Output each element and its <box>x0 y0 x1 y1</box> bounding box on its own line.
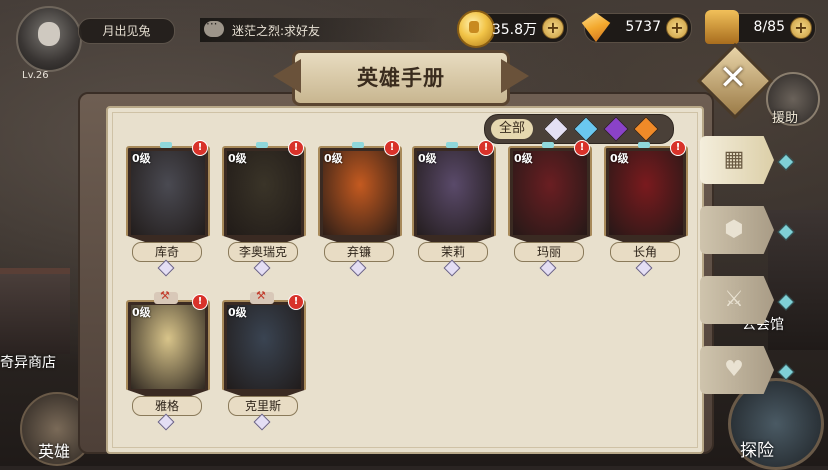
player-avatar[interactable] <box>16 6 82 72</box>
alert-badge-icon: ! <box>670 140 686 156</box>
panel-title: 英雄手册 <box>357 66 445 90</box>
add-diamond-button[interactable]: + <box>666 17 688 39</box>
hero-card[interactable]: 0级 ! 茉莉 <box>412 140 496 277</box>
stamina-amount: 8/85 <box>753 19 785 35</box>
hero-name: 克里斯 <box>228 396 298 416</box>
hero-nav-label[interactable]: 英雄 <box>38 438 70 462</box>
player-nickname[interactable]: 月出见兔 <box>78 18 175 44</box>
hero-level: 0级 <box>610 152 629 165</box>
close-icon[interactable]: ✕ <box>716 58 750 98</box>
hero-card[interactable]: 0级 ! 雅格 <box>126 289 210 431</box>
hero-level: 0级 <box>324 152 343 165</box>
add-gold-button[interactable]: + <box>542 17 564 39</box>
stamina-counter: 8/85 + <box>705 10 816 44</box>
gold-amount: 35.8万 <box>491 22 537 38</box>
hero-name: 长角 <box>610 242 680 262</box>
filter-blue-gem-icon[interactable] <box>573 116 599 142</box>
filter-white-gem-icon[interactable] <box>543 116 569 142</box>
shop-label[interactable]: 奇异商店 <box>0 352 56 372</box>
upgrade-axe-icon <box>250 289 274 304</box>
filter-all-button[interactable]: 全部 <box>491 119 534 139</box>
hero-level: 0级 <box>418 152 437 165</box>
hero-name: 李奥瑞克 <box>228 242 298 262</box>
gold-counter: 35.8万 + <box>457 10 568 48</box>
grid-icon: ▦ <box>723 147 745 172</box>
hero-top-gem-icon <box>542 142 554 148</box>
hero-top-gem-icon <box>446 142 458 148</box>
hero-card-frame: 0级 <box>222 146 306 250</box>
explore-nav-label[interactable]: 探险 <box>740 436 774 461</box>
hero-card[interactable]: 0级 ! 库奇 <box>126 140 210 277</box>
hero-card-frame: 0级 <box>222 300 306 404</box>
hero-level: 0级 <box>228 152 247 165</box>
tab-defense[interactable]: ⬢ <box>700 206 774 254</box>
chat-bar[interactable]: 迷茫之烈:求好友 <box>200 17 440 42</box>
alert-badge-icon: ! <box>288 294 304 310</box>
diamond-amount: 5737 <box>625 19 661 35</box>
hero-card[interactable]: 0级 ! 李奥瑞克 <box>222 140 306 277</box>
hero-name: 弃镰 <box>324 242 394 262</box>
hero-card-frame: 0级 <box>508 146 592 250</box>
filter-purple-gem-icon[interactable] <box>603 116 629 142</box>
hero-top-gem-icon <box>256 142 268 148</box>
hero-level: 0级 <box>132 306 151 319</box>
hero-name: 茉莉 <box>418 242 488 262</box>
avatar-face <box>38 22 60 46</box>
heart-icon: ♥ <box>724 357 744 382</box>
filter-orange-gem-icon[interactable] <box>633 116 659 142</box>
hero-card-frame: 0级 <box>126 146 210 250</box>
hero-level: 0级 <box>228 306 247 319</box>
tab-attack[interactable]: ⚔ <box>700 276 774 324</box>
alert-badge-icon: ! <box>192 140 208 156</box>
tab-support[interactable]: ♥ <box>700 346 774 394</box>
add-stamina-button[interactable]: + <box>790 17 812 39</box>
shield-icon: ⬢ <box>724 217 744 242</box>
hero-level: 0级 <box>514 152 533 165</box>
hero-card-frame: 0级 <box>318 146 402 250</box>
sword-icon: ⚔ <box>724 287 744 312</box>
chat-message: 迷茫之烈:求好友 <box>232 24 321 38</box>
hero-name: 玛丽 <box>514 242 584 262</box>
alert-badge-icon: ! <box>192 294 208 310</box>
help-label: 援助 <box>772 111 799 126</box>
hero-name: 雅格 <box>132 396 202 416</box>
background-building <box>0 268 70 354</box>
upgrade-axe-icon <box>154 289 178 304</box>
hero-card-frame: 0级 <box>126 300 210 404</box>
hero-card[interactable]: 0级 ! 玛丽 <box>508 140 592 277</box>
hero-top-gem-icon <box>638 142 650 148</box>
chat-bubble-icon <box>204 17 224 37</box>
hero-level: 0级 <box>132 152 151 165</box>
hero-card-frame: 0级 <box>604 146 688 250</box>
hero-card[interactable]: 0级 ! 长角 <box>604 140 688 277</box>
hero-name: 库奇 <box>132 242 202 262</box>
hero-top-gem-icon <box>160 142 172 148</box>
alert-badge-icon: ! <box>574 140 590 156</box>
alert-badge-icon: ! <box>288 140 304 156</box>
tab-all[interactable]: ▦ <box>700 136 774 184</box>
stamina-chest-icon <box>705 10 739 44</box>
diamond-counter: 5737 + <box>581 12 692 43</box>
title-banner: 英雄手册 <box>292 50 510 106</box>
hero-card[interactable]: 0级 ! 弃镰 <box>318 140 402 277</box>
gold-coin-icon <box>457 10 495 48</box>
hero-top-gem-icon <box>352 142 364 148</box>
hero-card-frame: 0级 <box>412 146 496 250</box>
hero-card[interactable]: 0级 ! 克里斯 <box>222 289 306 431</box>
alert-badge-icon: ! <box>384 140 400 156</box>
alert-badge-icon: ! <box>478 140 494 156</box>
player-level: Lv.26 <box>22 70 49 81</box>
